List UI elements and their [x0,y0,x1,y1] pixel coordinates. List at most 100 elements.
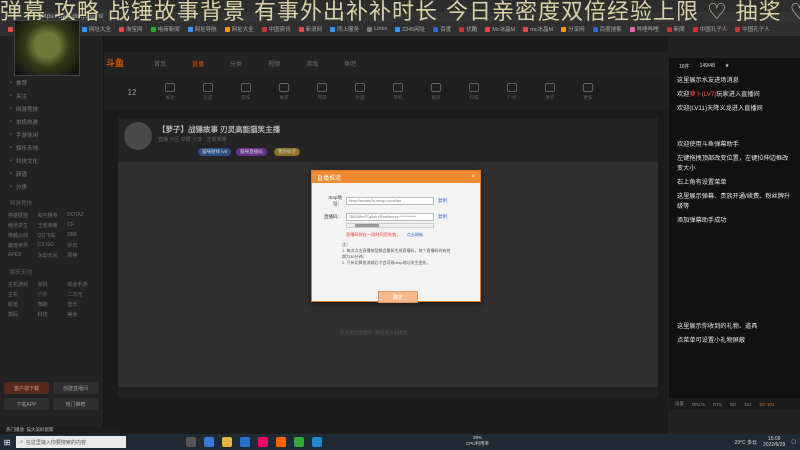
chat-message: 这里展示你收到的礼物、道具 [669,320,800,334]
edge-icon[interactable] [204,437,214,447]
bookmark-label: 电商新闻 [157,27,180,33]
chat-message-text: 这里展示弹幕、贵族开通/续费、粉丝牌升级等 [677,193,791,210]
chat-bottom-item[interactable]: RTS [713,402,722,407]
close-icon[interactable]: × [471,174,475,180]
system-tray: 29°C 多云 15:09 2022/6/29 ▢ [734,434,796,450]
bookmark-icon [150,26,156,32]
bookmark-icon [298,26,304,32]
chat-message: 欢迎使用斗鱼弹幕助手 [669,138,800,152]
taskbar-search-input[interactable]: ⌕ 在这里输入你要搜索的内容 [16,436,126,448]
bookmark-label: 网址大全 [231,27,254,33]
dialog-title: 直播推流 [317,175,342,182]
bookmark-item[interactable]: 新聞 [666,25,685,33]
chrome-icon[interactable] [312,437,322,447]
notification-icon[interactable]: ▢ [791,439,796,445]
rtmp-address-field[interactable]: rtmp://sendtc3a.douyu.com/live [346,197,434,205]
bookmark-item[interactable]: 百度搜索 [592,25,622,33]
chat-bottom-item[interactable]: DLI [744,402,751,407]
bookmark-label: Mc冰晶M [492,27,516,33]
chat-username[interactable]: 萝卜(LV7) [689,91,716,98]
chat-message-text: 右上角有设置菜单 [677,179,727,186]
dialog-notes: 注： 1. 每次点击直播按钮都会重新生成直播码，每个直播码的有效期为30分钟。 … [342,242,451,265]
cpu-widget: 39% CPU利用率 [466,435,489,447]
chat-bottom-item[interactable]: DRL% [692,402,705,407]
bookmark-item[interactable]: 百度 [433,25,451,33]
bookmark-item[interactable]: 网址导航 [187,25,217,33]
bookmark-icon [485,26,491,32]
chat-bottom-bar: 设置 DRL% RTS BG DLI DV 101 [669,398,800,410]
chat-top-stat: 149/48 [699,63,715,69]
bookmark-item[interactable]: 电商新闻 [150,25,180,33]
confirm-button[interactable]: 确定 [378,291,418,303]
bookmark-item[interactable]: 中国资讯 [261,25,291,33]
clock[interactable]: 15:09 2022/6/29 [763,436,785,448]
windows-start-icon[interactable]: ⊞ [0,434,14,450]
bookmark-icon [629,26,635,32]
bookmark-item[interactable]: 中国孔子人 [735,25,770,33]
status-bar: 热门播放: 猫大美好留家 [0,427,120,434]
taskbar-apps [186,437,322,447]
bookmark-item[interactable]: 哔哩哔哩 [629,25,659,33]
search-icon: ⌕ [20,439,23,445]
bookmark-item[interactable]: Mc冰晶M [485,25,515,33]
copy-rtmp-button[interactable]: 复制 [438,198,447,204]
app-icon[interactable] [294,437,304,447]
bookmark-label: 淘宝网 [126,27,143,33]
bookmark-item[interactable]: 2345网址 [395,25,425,33]
bookmark-label: 中国孔子人 [742,27,770,33]
copy-key-button[interactable]: 复制 [438,214,447,220]
stream-key-scrollbar[interactable] [346,223,434,228]
refresh-link[interactable]: 点击刷新 [406,232,423,238]
chat-message: 左键拖拽顶部改变位置，左键拉伸边框改变大小 [669,152,800,176]
bookmark-item[interactable]: 分享网 [561,25,585,33]
folder-icon[interactable] [222,437,232,447]
bookmark-label: 网址大全 [89,27,112,33]
bookmark-item[interactable]: 新浪网 [298,25,322,33]
dialog-body: rtmp地址： rtmp://sendtc3a.douyu.com/live 复… [312,183,480,303]
bookmark-icon [459,26,465,32]
chat-message-text: 这里展示水友进场消息 [677,77,739,84]
bookmark-icon [261,26,267,32]
cpu-label: CPU利用率 [466,441,490,446]
bookmark-label: 哔哩哔哩 [636,27,659,33]
dialog-header: 直播推流 × [312,171,480,183]
chat-bottom-item[interactable]: DV 101 [759,402,774,407]
bookmark-icon [735,26,741,32]
bookmark-label: 同上服务 [337,27,360,33]
rtmp-label: rtmp地址： [328,195,343,206]
bookmark-label: 优酷 [466,27,478,33]
bookmark-item[interactable]: 淘宝网 [119,25,143,33]
bookmark-icon [187,26,193,32]
bookmark-label: 分享网 [568,27,585,33]
bookmark-label: 新聞 [673,27,685,33]
bookmark-label: Links [374,26,387,32]
bookmark-item[interactable]: 网址大全 [224,25,254,33]
star-icon[interactable]: ★ [725,63,729,69]
bookmark-icon [692,26,698,32]
store-icon[interactable] [240,437,250,447]
task-view-icon[interactable] [186,437,196,447]
chat-bottom-item[interactable]: BG [730,402,737,407]
key-expiry-warning: 直播码将在一段时间后失效， 点击刷新 [346,232,472,238]
bookmark-item[interactable]: 中国孔子人 [692,25,727,33]
douyu-icon[interactable] [276,437,286,447]
chat-message: 右上角有设置菜单 [669,176,800,190]
chat-message: 添加弹幕助手成功 [669,214,800,228]
bookmark-item[interactable]: 同上服务 [330,25,359,33]
weather-text[interactable]: 29°C 多云 [734,439,757,446]
chat-message-text: 这里展示你收到的礼物、道具 [677,323,758,330]
chat-message: 欢迎萝卜(LV7)玩家进入直播间 [669,88,800,102]
bookmark-item[interactable]: 网址大全 [82,25,111,33]
bookmark-icon [119,26,125,32]
bookmark-item[interactable]: 优酷 [459,25,477,33]
bookmark-item[interactable]: Links [367,26,387,32]
bookmark-icon [8,26,13,32]
bookmark-item[interactable]: mc冰晶M [523,25,553,33]
app-icon[interactable] [258,437,268,447]
bookmark-icon [82,26,88,32]
chat-message-text: 添加弹幕助手成功 [677,217,727,224]
chat-bottom-item[interactable]: 设置 [675,401,684,407]
stream-key-field[interactable]: 284555rrSTg5zhYiPne5ecret=*********** [346,213,434,221]
chat-message: 这里展示弹幕、贵族开通/续费、粉丝牌升级等 [669,190,800,214]
chat-message: 欢迎(LV11)天降义龙进入直播间 [669,102,800,116]
